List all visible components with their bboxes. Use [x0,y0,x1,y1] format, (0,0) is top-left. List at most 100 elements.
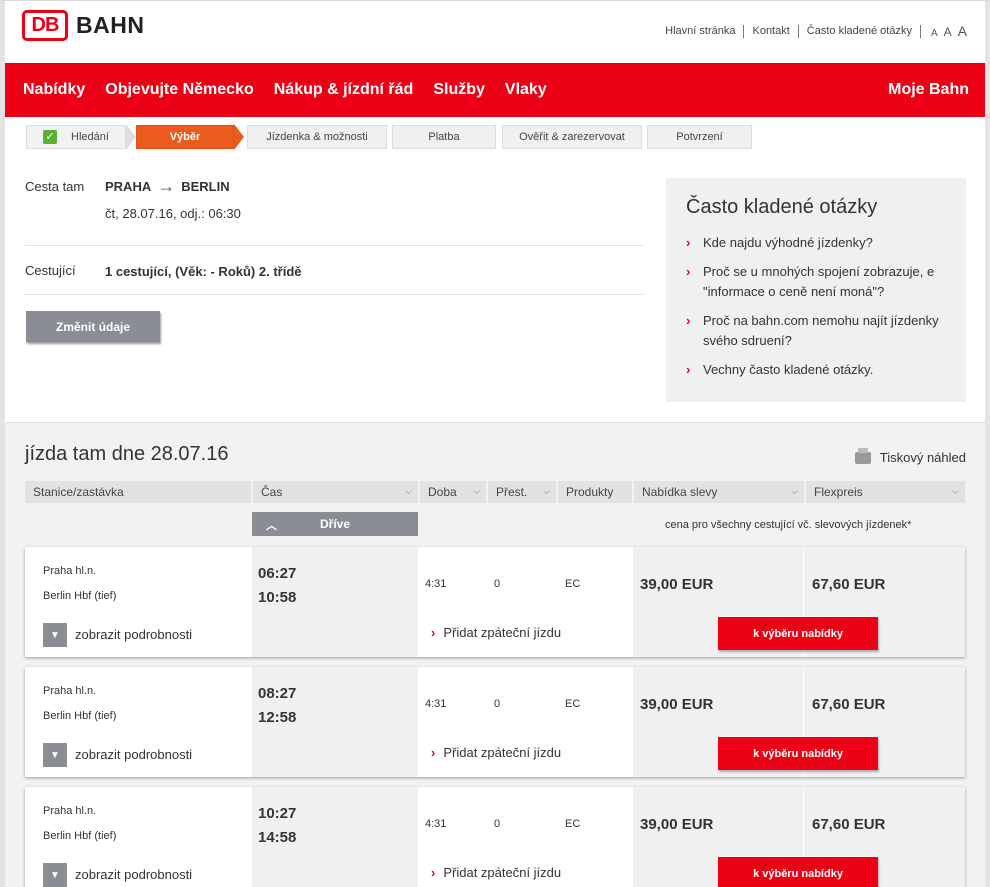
step-arrow [126,124,136,150]
show-details-link[interactable]: zobrazit podrobnosti [75,867,192,882]
faq-title: Často kladené otázky [686,196,878,218]
topnav-faq-link[interactable]: Často kladené otázky [807,25,912,37]
column-products: Produkty [558,481,632,503]
saver-price[interactable]: 39,00 EUR [640,576,713,593]
topnav-separator [743,24,745,38]
departure-station: Praha hl.n. [43,565,97,577]
select-offer-button[interactable]: k výběru nabídky [718,737,878,770]
arrival-station: Berlin Hbf (tief) [43,590,117,602]
step-payment-label: Platba [428,131,460,143]
flex-price[interactable]: 67,60 EUR [812,696,885,713]
arrival-time: 10:58 [258,589,297,606]
chevron-up-icon: ︿ [266,520,277,532]
step-selection-label: Výběr [169,131,201,143]
route-from: PRAHA [105,179,152,194]
printer-icon [854,447,871,464]
column-time[interactable]: Čas ⌵ [253,481,418,503]
faq-item[interactable]: › Kde najdu výhodné jízdenky? [686,233,946,253]
add-return-link[interactable]: › Přidat zpáteční jízdu [431,745,561,760]
step-selection: Výběr [136,125,234,149]
font-size-controls: A A A [931,23,967,39]
divider [25,294,643,295]
departure-time: 06:27 [258,565,297,582]
step-arrow [234,124,244,150]
departure-station: Praha hl.n. [43,685,97,697]
changes: 0 [494,818,501,830]
select-offer-button[interactable]: k výběru nabídky [718,617,878,650]
expand-details-button[interactable]: ▼ [43,743,67,767]
print-preview-link[interactable]: Tiskový náhled [854,447,966,465]
column-duration[interactable]: Doba ⌵ [420,481,486,503]
step-ticket-options-label: Jízdenka & možnosti [266,131,368,143]
chevron-down-icon: ▼ [50,869,60,881]
change-details-button[interactable]: Změnit údaje [26,311,160,342]
faq-item[interactable]: › Proč se u mnohých spojení zobrazuje, e … [686,262,946,302]
show-details-link[interactable]: zobrazit podrobnosti [75,627,192,642]
nav-my-bahn[interactable]: Moje Bahn [888,81,969,99]
page: DB BAHN Hlavní stránka Kontakt Často kla… [5,1,985,887]
faq-item[interactable]: › Vechny často kladené otázky. [686,360,946,380]
column-changes[interactable]: Přest. ⌵ [488,481,556,503]
chevron-down-icon: ⌵ [543,486,550,496]
topnav-contact-link[interactable]: Kontakt [752,25,789,37]
expand-details-button[interactable]: ▼ [43,863,67,887]
duration: 4:31 [425,818,447,830]
chevron-down-icon: ⌵ [473,486,480,496]
step-ticket-options: Jízdenka & možnosti [247,125,387,149]
chevron-right-icon: › [686,362,691,377]
font-size-medium-button[interactable]: A [944,25,952,39]
print-preview-label: Tiskový náhled [879,450,966,465]
add-return-link[interactable]: › Přidat zpáteční jízdu [431,625,561,640]
faq-item[interactable]: › Proč na bahn.com nemohu najít jízdenky … [686,311,946,351]
departure-datetime: čt, 28.07.16, odj.: 06:30 [105,206,241,221]
add-return-link[interactable]: › Přidat zpáteční jízdu [431,865,561,880]
arrival-time: 14:58 [258,829,297,846]
arrow-right-icon: → [157,176,176,196]
chevron-right-icon: › [431,625,436,640]
divider [25,245,643,246]
departure-station: Praha hl.n. [43,805,97,817]
show-details-link[interactable]: zobrazit podrobnosti [75,747,192,762]
top-navigation: Hlavní stránka Kontakt Často kladené otá… [665,23,967,39]
topnav-separator [919,24,921,38]
flex-price[interactable]: 67,60 EUR [812,576,885,593]
duration: 4:31 [425,698,447,710]
product: EC [565,578,581,590]
step-search[interactable]: ✓ Hledání [26,125,126,149]
arrival-station: Berlin Hbf (tief) [43,710,117,722]
passengers-label: Cestující [25,263,76,278]
font-size-large-button[interactable]: A [958,23,967,39]
connection-card: Praha hl.n. Berlin Hbf (tief) 08:27 12:5… [25,667,965,777]
changes: 0 [494,698,501,710]
chevron-right-icon: › [686,264,691,279]
chevron-right-icon: › [431,745,436,760]
nav-booking-timetable[interactable]: Nákup & jízdní řád [274,81,414,99]
nav-trains[interactable]: Vlaky [505,81,547,99]
step-confirmation: Potvrzení [647,125,752,149]
topnav-separator [797,24,799,38]
nav-discover-germany[interactable]: Objevujte Německo [105,81,254,99]
saver-price[interactable]: 39,00 EUR [640,696,713,713]
step-verify-book: Ověřit & zarezervovat [502,125,642,149]
column-station: Stanice/zastávka [25,481,251,503]
route: PRAHA → BERLIN [105,176,230,196]
duration: 4:31 [425,578,447,590]
nav-services[interactable]: Služby [433,81,485,99]
header: DB BAHN Hlavní stránka Kontakt Často kla… [5,1,985,63]
checkmark-icon: ✓ [43,130,58,144]
saver-price[interactable]: 39,00 EUR [640,816,713,833]
select-offer-button[interactable]: k výběru nabídky [718,857,878,887]
chevron-right-icon: › [686,313,691,328]
nav-offers[interactable]: Nabídky [23,81,85,99]
flex-price[interactable]: 67,60 EUR [812,816,885,833]
column-flexpreis[interactable]: Flexpreis ⌵ [806,481,965,503]
expand-details-button[interactable]: ▼ [43,623,67,647]
font-size-small-button[interactable]: A [931,28,938,39]
column-saver-fare[interactable]: Nabídka slevy ⌵ [634,481,804,503]
results-section: jízda tam dne 28.07.16 Tiskový náhled St… [5,422,985,887]
chevron-right-icon: › [686,235,691,250]
db-logo[interactable]: DB BAHN [22,10,144,41]
product: EC [565,818,581,830]
earlier-connections-button[interactable]: ︿ Dříve [252,512,418,536]
topnav-home-link[interactable]: Hlavní stránka [665,25,735,37]
